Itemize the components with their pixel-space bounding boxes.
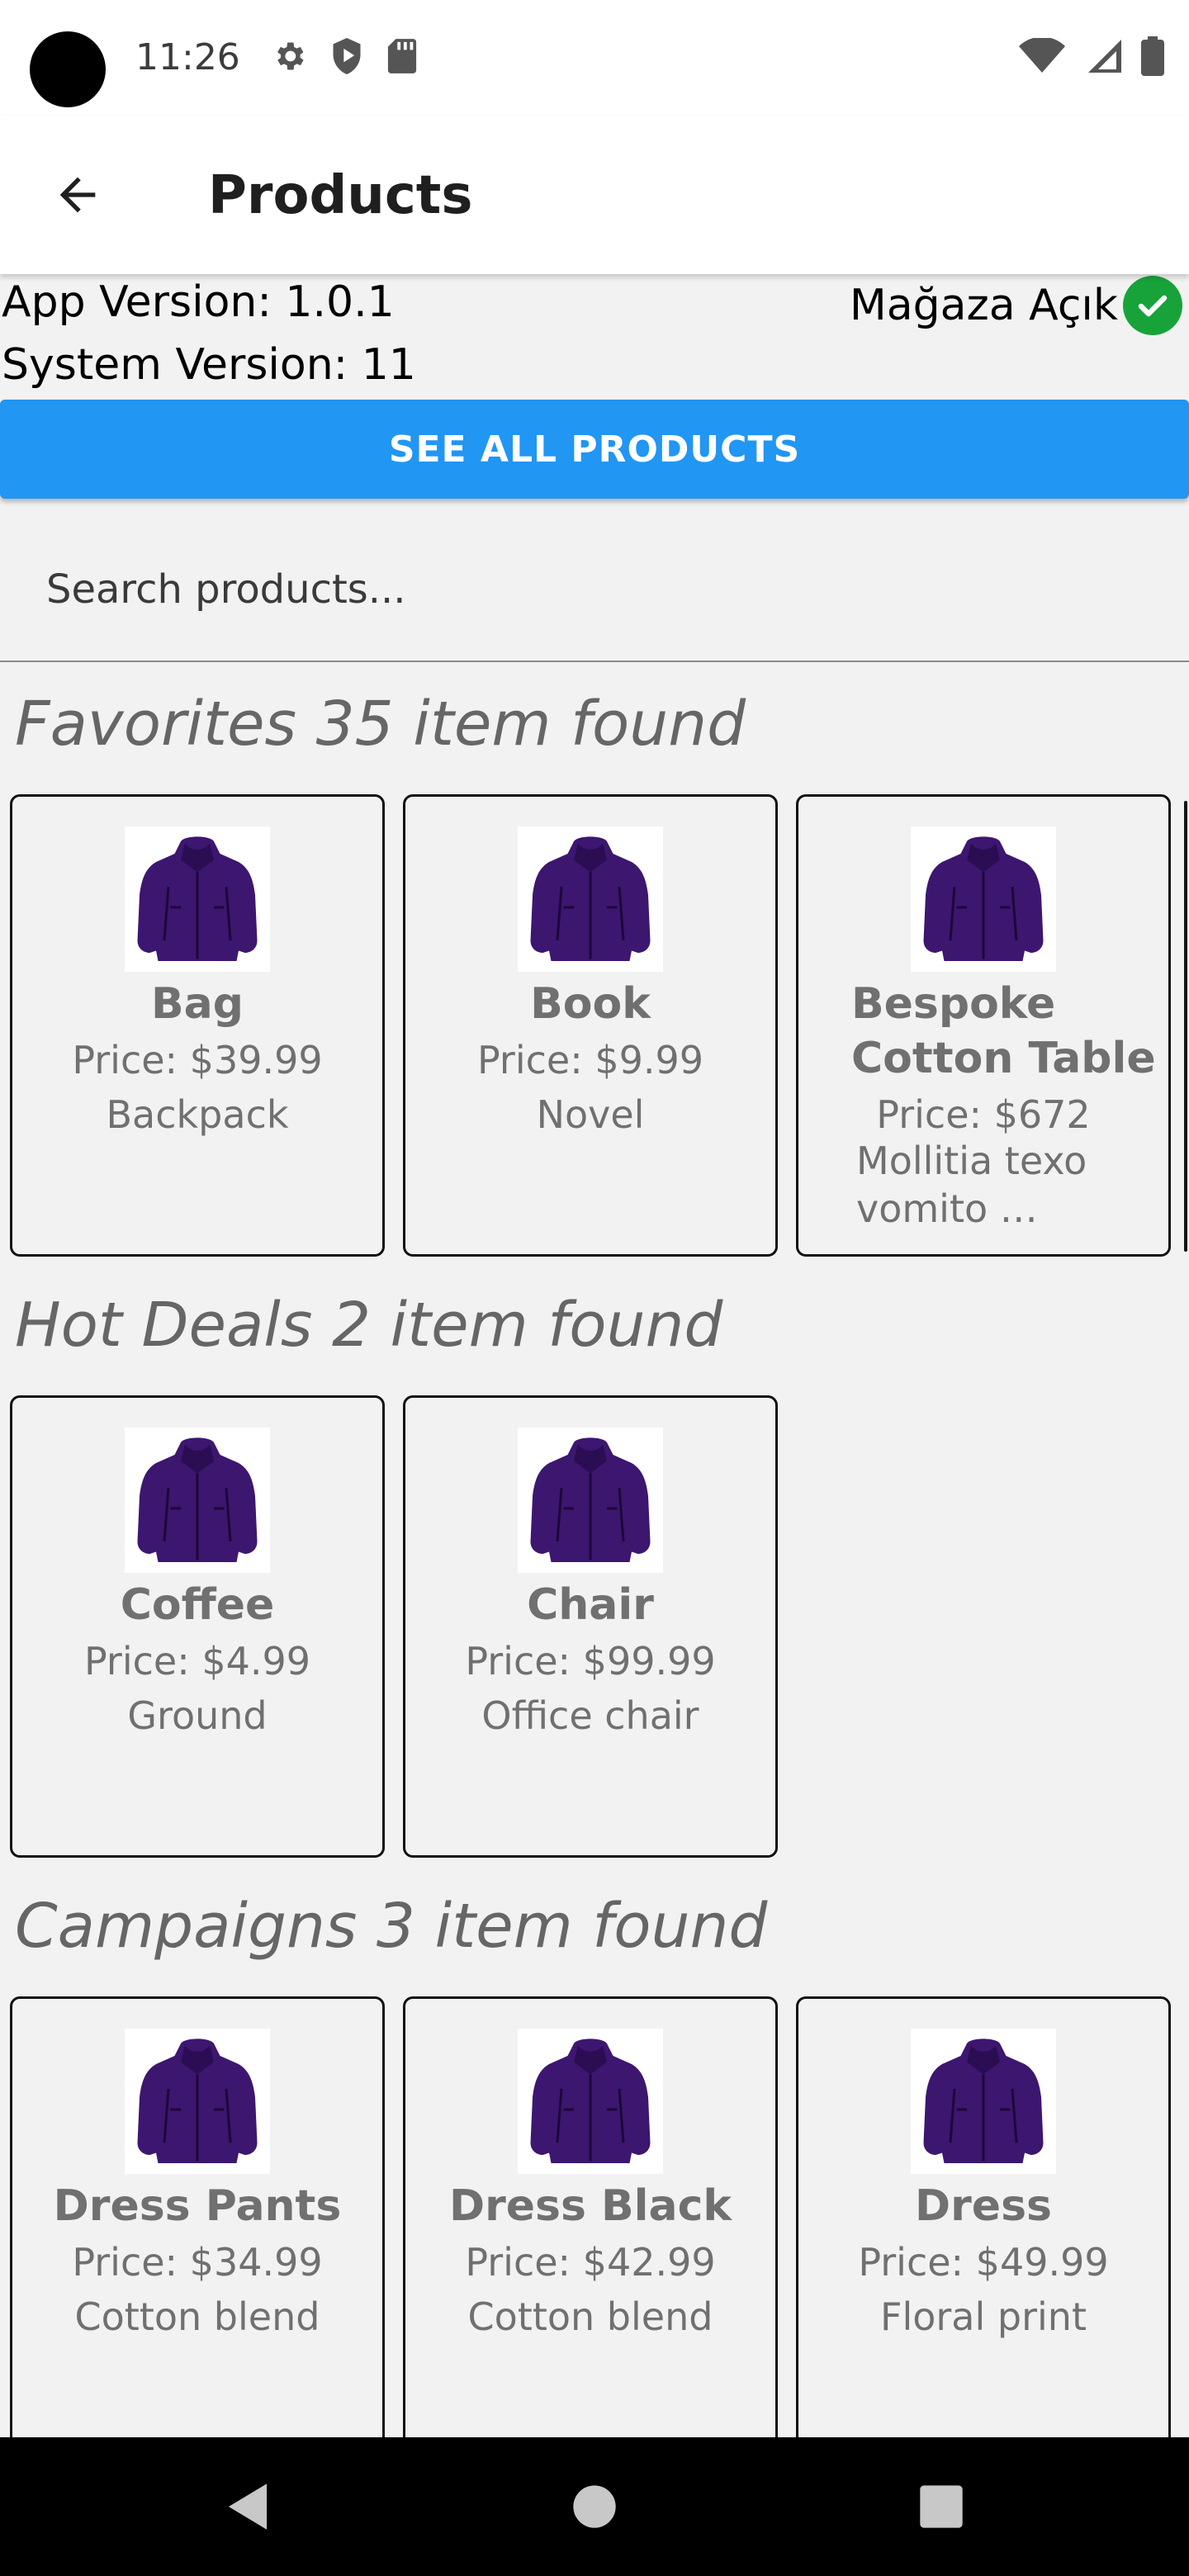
product-name: Chair <box>527 1580 654 1630</box>
camera-cutout <box>30 31 106 107</box>
cell-signal-icon <box>1088 40 1121 73</box>
back-triangle-icon <box>228 2484 268 2530</box>
sd-card-icon <box>387 39 417 73</box>
purple-jacket-image <box>125 2029 270 2174</box>
page-title: Products <box>208 165 473 226</box>
battery-icon <box>1141 36 1164 76</box>
product-price: Price: $672 <box>876 1092 1091 1137</box>
product-name: Dress <box>915 2181 1052 2231</box>
product-name: Bag <box>151 979 244 1029</box>
purple-jacket-image <box>518 2029 663 2174</box>
product-description: Cotton blend <box>74 2294 320 2339</box>
app-version-text: App Version: 1.0.1 <box>2 277 395 327</box>
product-name: Bespoke Cotton Table <box>851 979 1156 1083</box>
product-description: Floral print <box>880 2294 1087 2339</box>
product-card[interactable]: Dress Black Price: $42.99 Cotton blend <box>403 1996 778 2459</box>
purple-jacket-image <box>911 2029 1056 2174</box>
arrow-left-icon <box>59 177 96 213</box>
gear-icon <box>277 42 304 70</box>
product-price: Price: $4.99 <box>83 1639 311 1683</box>
product-card[interactable]: Book Price: $9.99 Novel <box>403 794 778 1257</box>
product-description: Office chair <box>481 1693 699 1738</box>
store-status-label: Mağaza Açık <box>849 281 1118 330</box>
shield-play-icon <box>333 38 361 74</box>
campaigns-row[interactable]: Dress Pants Price: $34.99 Cotton blend D… <box>10 1996 1171 2459</box>
product-card[interactable]: Bag Price: $39.99 Backpack <box>10 794 385 1257</box>
product-price: Price: $9.99 <box>476 1038 704 1082</box>
product-card[interactable]: Bespoke Cotton Table Price: $672 Molliti… <box>796 794 1171 1257</box>
purple-jacket-image <box>125 1428 270 1573</box>
status-bar: 11:26 <box>0 0 1189 116</box>
hot-deals-row[interactable]: Coffee Price: $4.99 Ground Chair Price: … <box>10 1395 778 1858</box>
nav-recents-button[interactable] <box>907 2472 976 2541</box>
section-title-hot-deals: Hot Deals 2 item found <box>15 1290 723 1361</box>
product-price: Price: $39.99 <box>72 1038 323 1082</box>
product-card[interactable]: Dress Price: $49.99 Floral print <box>796 1996 1171 2459</box>
search-field <box>0 512 1189 662</box>
status-icons-right <box>1019 36 1164 76</box>
purple-jacket-image <box>518 826 663 972</box>
product-name: Coffee <box>120 1580 275 1630</box>
product-description: Novel <box>536 1092 645 1137</box>
product-card[interactable]: Chair Price: $99.99 Office chair <box>403 1395 778 1858</box>
product-description: Ground <box>127 1693 268 1738</box>
wifi-icon <box>1019 38 1065 73</box>
product-name: Book <box>530 979 651 1029</box>
next-card-edge <box>1184 801 1187 1252</box>
status-time: 11:26 <box>135 36 240 78</box>
product-description: Backpack <box>106 1092 289 1137</box>
search-input[interactable] <box>46 556 1153 623</box>
system-nav-bar <box>0 2437 1189 2576</box>
section-title-favorites: Favorites 35 item found <box>15 689 746 760</box>
app-bar: Products <box>0 116 1189 274</box>
purple-jacket-image <box>911 826 1056 972</box>
nav-back-button[interactable] <box>213 2472 282 2541</box>
purple-jacket-image <box>125 826 270 972</box>
store-status: Mağaza Açık <box>850 276 1182 335</box>
product-price: Price: $34.99 <box>72 2240 323 2285</box>
product-price: Price: $99.99 <box>465 1639 716 1683</box>
status-icons-left <box>271 36 418 76</box>
home-circle-icon <box>573 2485 616 2528</box>
product-name: Dress Pants <box>53 2181 342 2231</box>
nav-home-button[interactable] <box>560 2472 629 2541</box>
product-card[interactable]: Dress Pants Price: $34.99 Cotton blend <box>10 1996 385 2459</box>
back-button[interactable] <box>36 154 119 236</box>
product-price: Price: $42.99 <box>465 2240 716 2285</box>
product-card[interactable]: Coffee Price: $4.99 Ground <box>10 1395 385 1858</box>
favorites-row[interactable]: Bag Price: $39.99 Backpack Book Price: $… <box>10 794 1171 1257</box>
recents-square-icon <box>920 2485 963 2528</box>
section-title-campaigns: Campaigns 3 item found <box>15 1891 768 1962</box>
check-circle-icon <box>1123 276 1182 335</box>
product-description: Mollitia texo vomito … <box>856 1139 1087 1231</box>
see-all-products-button[interactable]: SEE ALL PRODUCTS <box>0 400 1189 499</box>
system-version-text: System Version: 11 <box>2 340 416 390</box>
product-name: Dress Black <box>448 2181 732 2231</box>
product-price: Price: $49.99 <box>858 2240 1109 2285</box>
product-description: Cotton blend <box>467 2294 713 2339</box>
purple-jacket-image <box>518 1428 663 1573</box>
